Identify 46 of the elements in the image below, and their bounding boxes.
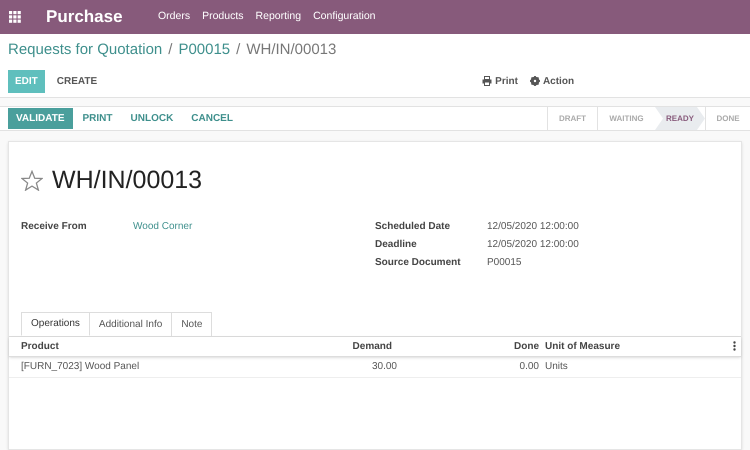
field-label: Deadline: [375, 238, 418, 252]
status-step: DONE: [705, 107, 750, 130]
table-cell-text: Units: [544, 360, 569, 374]
header-button[interactable]: UNLOCK: [122, 108, 182, 129]
column-header[interactable]: Demand: [329, 338, 392, 354]
field-value: P00015: [487, 256, 522, 270]
table-cell-text: 30.00: [370, 360, 397, 374]
header-button[interactable]: PRINT: [74, 108, 121, 129]
breadcrumb-link[interactable]: Requests for Quotation: [8, 39, 162, 62]
action-dropdown[interactable]: Action: [530, 74, 574, 88]
field-label: Receive From: [21, 220, 88, 234]
validate-button[interactable]: VALIDATE: [8, 108, 73, 129]
table-cell-text: 0.00: [518, 360, 539, 374]
field-label: Scheduled Date: [375, 220, 452, 234]
column-header[interactable]: Unit of Measure: [539, 338, 733, 354]
column-header[interactable]: Done: [392, 338, 539, 354]
star-icon[interactable]: [21, 170, 43, 192]
status-step: WAITING: [597, 107, 655, 130]
menu-link[interactable]: Reporting: [256, 9, 302, 25]
field-value: 12/05/2020 12:00:00: [487, 238, 579, 252]
column-header[interactable]: Product: [9, 338, 329, 354]
menu-link[interactable]: Products: [202, 9, 244, 25]
action-dropdown[interactable]: Print: [482, 74, 518, 88]
app-name: Purchase: [46, 6, 124, 28]
notebook-tab[interactable]: Note: [172, 312, 212, 336]
table-cell-text: [FURN_7023] Wood Panel: [20, 360, 140, 374]
status-step: DRAFT: [547, 107, 597, 130]
field-label: Source Document: [375, 256, 462, 270]
field-link[interactable]: Wood Corner: [133, 219, 192, 234]
breadcrumb-link[interactable]: P00015: [178, 39, 230, 62]
breadcrumb-separator: /: [236, 40, 240, 60]
printer-icon: [482, 76, 492, 86]
notebook-tab[interactable]: Additional Info: [90, 312, 172, 336]
status-step: READY: [655, 107, 705, 130]
field-value: 12/05/2020 12:00:00: [487, 220, 579, 234]
breadcrumb-separator: /: [168, 40, 172, 60]
menu-link[interactable]: Orders: [158, 9, 190, 25]
menu-link[interactable]: Configuration: [313, 9, 376, 25]
create-button[interactable]: CREATE: [50, 70, 104, 92]
current-record-name: WH/IN/00013: [246, 40, 336, 60]
kebab-menu-icon[interactable]: [733, 341, 736, 351]
notebook-tab[interactable]: Operations: [21, 312, 90, 336]
header-button[interactable]: CANCEL: [183, 108, 241, 129]
settings-icon: [530, 76, 540, 86]
apps-menu-icon[interactable]: [9, 11, 21, 23]
record-title: WH/IN/00013: [52, 165, 202, 196]
